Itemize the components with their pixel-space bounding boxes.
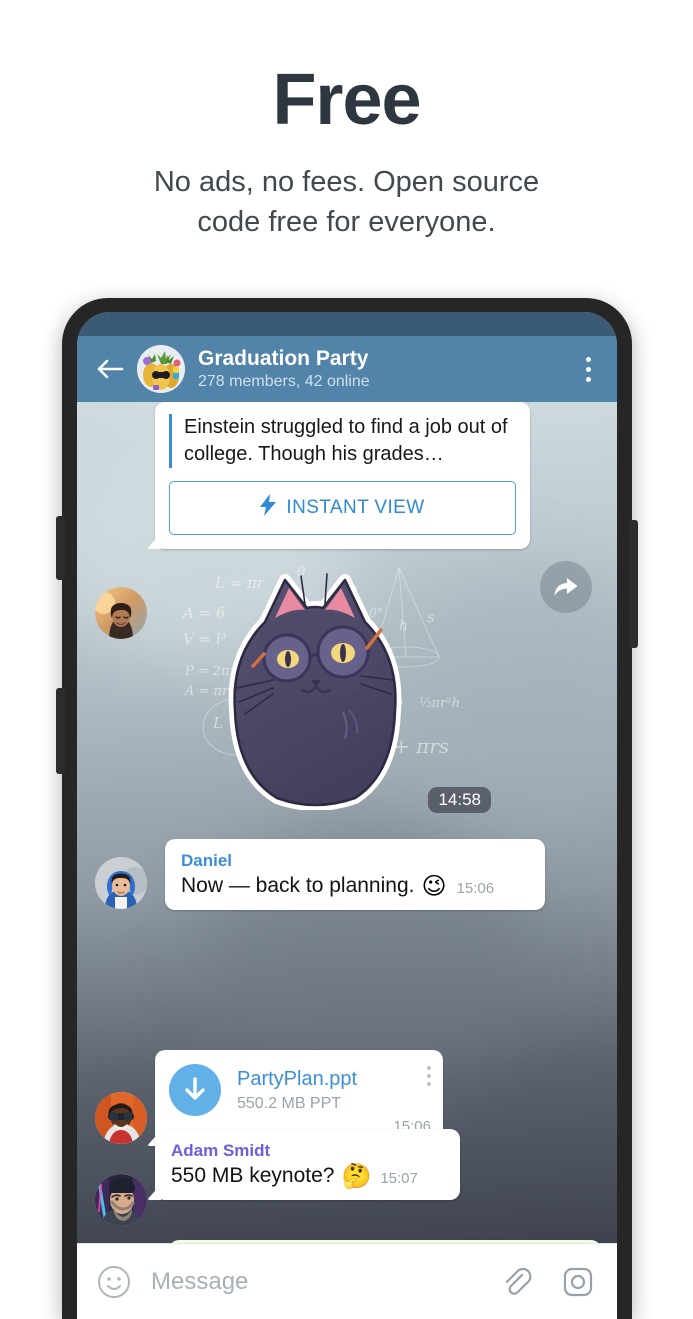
instant-view-label: INSTANT VIEW [286, 497, 425, 518]
message-bubble[interactable]: Einstein struggled to find a job out of … [155, 402, 530, 549]
avatar[interactable] [95, 587, 147, 639]
quote-text: Einstein struggled to find a job out of … [184, 416, 508, 465]
avatar[interactable] [95, 1174, 147, 1226]
arrow-left-icon[interactable] [93, 352, 127, 386]
volume-down-button[interactable] [56, 688, 65, 774]
message-text-daniel[interactable]: Daniel Now — back to planning. 😉 15:06 [165, 839, 545, 910]
chat-header: Graduation Party 278 members, 42 online [77, 336, 617, 402]
smiley-icon[interactable] [95, 1263, 133, 1301]
message-sticker[interactable]: L = πr A = 6 V = l³ P = 2πr A = πr² θ θ … [177, 552, 497, 817]
phone-screen: Graduation Party 278 members, 42 online [77, 312, 617, 1319]
chat-subtitle: 278 members, 42 online [198, 373, 370, 390]
quote-block: Einstein struggled to find a job out of … [169, 414, 516, 468]
message-text: Now — back to planning. [181, 874, 415, 897]
file-name[interactable]: PartyPlan.ppt [237, 1066, 427, 1092]
instant-view-button[interactable]: INSTANT VIEW [169, 481, 516, 535]
more-vertical-icon[interactable] [573, 352, 603, 386]
avatar[interactable] [95, 857, 147, 909]
message-input-bar[interactable]: Message [77, 1243, 617, 1319]
file-meta: PartyPlan.ppt 550.2 MB PPT [237, 1066, 427, 1115]
message-text-adam[interactable]: Adam Smidt 550 MB keynote? 🤔 15:07 [155, 1129, 460, 1200]
camera-icon[interactable] [559, 1263, 597, 1301]
chat-title-block[interactable]: Graduation Party 278 members, 42 online [198, 346, 573, 392]
promo-screenshot: Free No ads, no fees. Open source code f… [0, 0, 693, 1319]
power-button[interactable] [629, 520, 638, 648]
message-timestamp: 14:58 [428, 787, 491, 813]
lightning-bolt-icon [260, 494, 277, 522]
message-emoji: 😉 [421, 872, 447, 900]
message-input[interactable]: Message [151, 1268, 497, 1296]
promo-subtitle: No ads, no fees. Open source code free f… [0, 138, 693, 242]
promo-block: Free No ads, no fees. Open source code f… [0, 0, 693, 242]
volume-up-button[interactable] [56, 516, 65, 580]
more-vertical-icon[interactable] [427, 1064, 431, 1086]
message-sender-name: Adam Smidt [171, 1141, 271, 1160]
message-emoji: 🤔 [341, 1162, 372, 1190]
avatar[interactable] [95, 1092, 147, 1144]
message-outgoing[interactable]: He pasted in photos from all previous pa… [169, 1240, 601, 1243]
message-instant-view[interactable]: Einstein struggled to find a job out of … [155, 402, 530, 549]
message-bubble[interactable]: Adam Smidt 550 MB keynote? 🤔 15:07 [155, 1129, 460, 1200]
message-text: 550 MB keynote? [171, 1164, 335, 1187]
paperclip-icon[interactable] [497, 1263, 535, 1301]
group-avatar-pineapples[interactable] [137, 345, 185, 393]
scholar-cat-sticker [215, 560, 415, 811]
promo-subtitle-line1: No ads, no fees. Open source [153, 166, 540, 198]
chat-message-list[interactable]: Einstein struggled to find a job out of … [77, 402, 617, 1243]
message-bubble[interactable]: Daniel Now — back to planning. 😉 15:06 [165, 839, 545, 910]
status-bar [77, 312, 617, 336]
download-arrow-icon[interactable] [169, 1064, 221, 1116]
message-sender-name: Daniel [181, 851, 233, 870]
chat-title: Graduation Party [198, 347, 369, 370]
phone-frame: Graduation Party 278 members, 42 online [56, 298, 638, 1319]
message-timestamp: 15:06 [456, 880, 495, 897]
file-size: 550.2 MB PPT [237, 1094, 342, 1112]
file-row[interactable]: PartyPlan.ppt 550.2 MB PPT [169, 1064, 431, 1116]
message-timestamp: 15:07 [380, 1170, 418, 1187]
page-title: Free [272, 60, 421, 140]
forward-arrow-icon[interactable] [540, 561, 592, 613]
message-bubble[interactable]: He pasted in photos from all previous pa… [169, 1240, 601, 1243]
promo-subtitle-line2: code free for everyone. [197, 206, 496, 238]
